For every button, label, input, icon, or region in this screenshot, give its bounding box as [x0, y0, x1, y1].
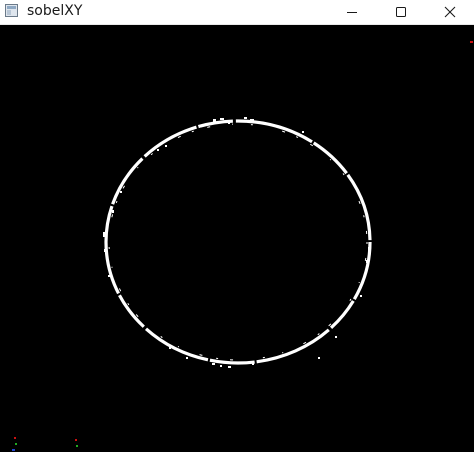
window-title: sobelXY: [27, 3, 83, 19]
image-viewport: [0, 25, 474, 452]
minimize-icon: [346, 6, 358, 18]
close-icon: [444, 6, 456, 18]
image-window: sobelXY: [0, 0, 474, 452]
sobel-edge-image: [0, 25, 474, 452]
app-window-icon: [4, 3, 20, 19]
maximize-icon: [395, 6, 407, 18]
maximize-button[interactable]: [377, 0, 425, 24]
minimize-button[interactable]: [328, 0, 376, 24]
close-button[interactable]: [426, 0, 474, 24]
title-bar[interactable]: sobelXY: [0, 0, 474, 25]
